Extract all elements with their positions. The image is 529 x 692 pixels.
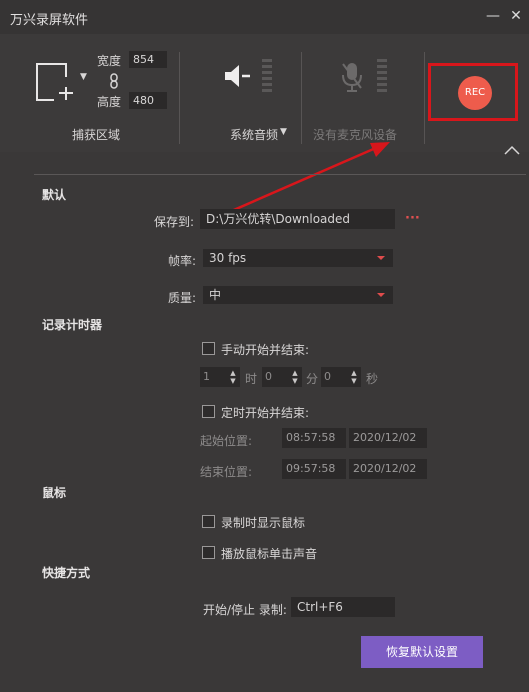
minutes-value: 0 xyxy=(265,370,272,383)
hours-stepper[interactable]: 1 ▲ ▼ xyxy=(200,367,240,387)
stepper-arrows-icon[interactable]: ▲ ▼ xyxy=(290,369,300,385)
stepper-arrows-icon[interactable]: ▲ ▼ xyxy=(349,369,359,385)
start-stop-label: 开始/停止 录制: xyxy=(203,603,287,617)
height-label: 高度 xyxy=(97,95,122,109)
seconds-stepper[interactable]: 0 ▲ ▼ xyxy=(321,367,361,387)
dropdown-arrow-icon xyxy=(377,256,385,260)
capture-area-icon[interactable] xyxy=(36,63,74,101)
quality-label: 质量: xyxy=(168,291,197,305)
scheduled-timer-checkbox[interactable] xyxy=(202,405,215,418)
minutes-stepper[interactable]: 0 ▲ ▼ xyxy=(262,367,302,387)
browse-button[interactable]: ··· xyxy=(405,211,420,226)
start-time-input[interactable]: 08:57:58 xyxy=(282,428,346,448)
seconds-value: 0 xyxy=(324,370,331,383)
click-sound-checkbox[interactable] xyxy=(202,546,215,559)
system-volume-meter xyxy=(262,59,272,95)
fps-select[interactable]: 30 fps xyxy=(203,249,393,267)
chevron-down-icon[interactable]: ▼ xyxy=(80,72,87,82)
save-path-input[interactable]: D:\万兴优转\Downloaded xyxy=(200,209,395,229)
end-time-input[interactable]: 09:57:58 xyxy=(282,459,346,479)
divider xyxy=(301,52,302,144)
click-sound-label: 播放鼠标单击声音 xyxy=(221,547,318,561)
height-input[interactable]: 480 xyxy=(129,92,167,109)
manual-timer-label: 手动开始并结束: xyxy=(221,343,310,357)
end-date-input[interactable]: 2020/12/02 xyxy=(349,459,427,479)
width-input[interactable]: 854 xyxy=(129,51,167,68)
section-divider xyxy=(34,174,526,175)
close-button[interactable]: ✕ xyxy=(507,7,525,25)
divider xyxy=(179,52,180,144)
speaker-icon[interactable] xyxy=(223,62,251,90)
section-timer-title: 记录计时器 xyxy=(42,318,103,332)
collapse-chevron-up-icon[interactable] xyxy=(503,144,521,156)
fps-label: 帧率: xyxy=(168,254,197,268)
mic-volume-meter xyxy=(377,59,387,95)
section-shortcuts-title: 快捷方式 xyxy=(42,566,91,580)
minutes-unit: 分 xyxy=(306,372,319,386)
quality-select[interactable]: 中 xyxy=(203,286,393,304)
show-cursor-label: 录制时显示鼠标 xyxy=(221,516,306,530)
start-date-input[interactable]: 2020/12/02 xyxy=(349,428,427,448)
hours-value: 1 xyxy=(203,370,210,383)
link-aspect-icon[interactable] xyxy=(109,73,119,89)
restore-defaults-button[interactable]: 恢复默认设置 xyxy=(361,636,483,668)
minimize-button[interactable]: — xyxy=(484,7,502,25)
start-position-label: 起始位置: xyxy=(200,434,253,448)
end-position-label: 结束位置: xyxy=(200,465,253,479)
width-label: 宽度 xyxy=(97,54,122,68)
save-to-label: 保存到: xyxy=(154,215,195,229)
show-cursor-checkbox[interactable] xyxy=(202,515,215,528)
manual-timer-checkbox[interactable] xyxy=(202,342,215,355)
capture-area-label: 捕获区域 xyxy=(72,128,121,142)
section-defaults-title: 默认 xyxy=(42,188,67,202)
microphone-muted-icon xyxy=(340,61,364,93)
start-stop-shortcut-input[interactable]: Ctrl+F6 xyxy=(291,597,395,617)
stepper-arrows-icon[interactable]: ▲ ▼ xyxy=(228,369,238,385)
rec-button[interactable]: REC xyxy=(458,76,492,110)
quality-value: 中 xyxy=(209,288,222,302)
dropdown-arrow-icon xyxy=(377,293,385,297)
window-title: 万兴录屏软件 xyxy=(10,13,89,28)
hours-unit: 时 xyxy=(245,372,258,386)
divider xyxy=(424,52,425,144)
fps-value: 30 fps xyxy=(209,251,247,265)
scheduled-timer-label: 定时开始并结束: xyxy=(221,406,310,420)
seconds-unit: 秒 xyxy=(366,372,379,386)
section-mouse-title: 鼠标 xyxy=(42,486,67,500)
